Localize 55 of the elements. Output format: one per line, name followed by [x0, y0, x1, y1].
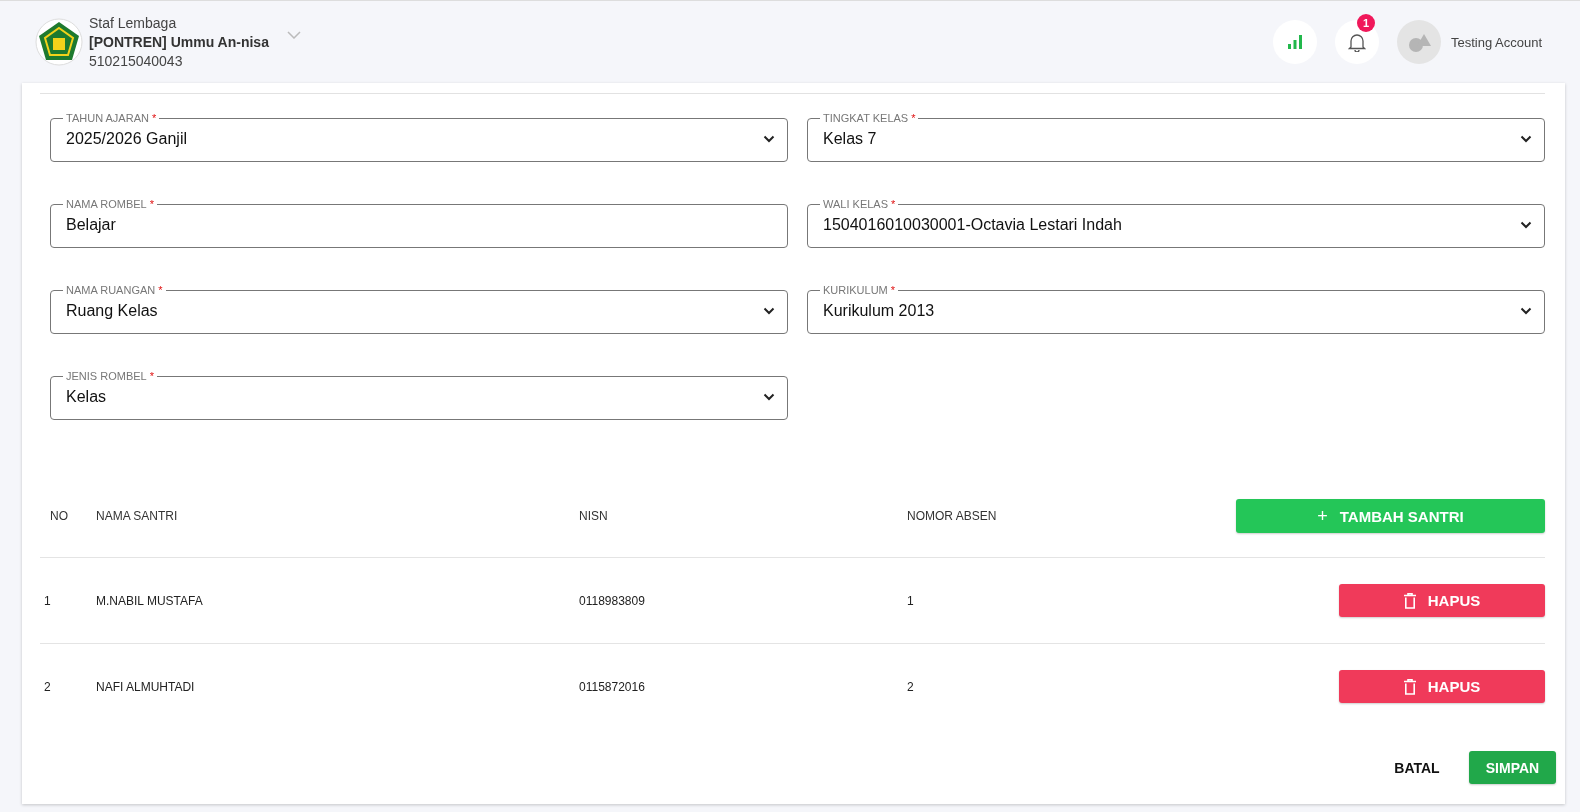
field-label: WALI KELAS	[823, 198, 888, 210]
field-label: KURIKULUM	[823, 284, 888, 296]
account-name[interactable]: Testing Account	[1450, 34, 1542, 50]
table-cell-text: 2	[907, 679, 915, 694]
table-cell-text: M.NABIL MUSTAFA	[96, 593, 204, 608]
field-label: TINGKAT KELAS	[823, 112, 909, 124]
stats-button[interactable]	[1272, 20, 1317, 64]
chevron-down-icon[interactable]	[286, 31, 301, 39]
table-cell-text: 1	[43, 593, 52, 608]
trash-icon	[1403, 592, 1416, 609]
delete-button[interactable]: HAPUS	[1339, 584, 1545, 617]
select-field[interactable]: WALI KELAS * 1504016010030001-Octavia Lestari Indah	[807, 198, 1545, 248]
chevron-down-icon	[763, 307, 775, 315]
delete-button[interactable]: HAPUS	[1339, 670, 1545, 703]
select-field[interactable]: NAMA RUANGAN * Ruang Kelas	[50, 284, 788, 334]
required-mark: *	[149, 198, 154, 210]
field-label: JENIS ROMBEL	[66, 370, 147, 382]
field-label: TAHUN AJARAN	[66, 112, 149, 124]
notification-badge: 1	[1356, 14, 1375, 32]
institution-name: [PONTREN] Ummu An-nisa	[89, 32, 269, 52]
column-header: NISN	[579, 509, 609, 523]
table-cell-text: NAFI ALMUHTADI	[96, 679, 196, 694]
input-field[interactable]: NAMA ROMBEL * Belajar	[50, 198, 788, 248]
field-label: NAMA ROMBEL	[66, 198, 147, 210]
select-field[interactable]: TINGKAT KELAS * Kelas 7	[807, 112, 1545, 162]
bar-chart-icon	[1286, 34, 1303, 50]
required-mark: *	[911, 112, 916, 124]
chevron-down-icon	[763, 135, 775, 143]
bell-icon	[1347, 32, 1366, 52]
avatar-placeholder[interactable]	[1396, 20, 1441, 64]
chevron-down-icon	[1520, 221, 1532, 229]
select-field[interactable]: KURIKULUM * Kurikulum 2013	[807, 284, 1545, 334]
required-mark: *	[158, 284, 163, 296]
cancel-button[interactable]: BATAL	[1381, 751, 1453, 784]
column-header: NO	[49, 509, 69, 523]
column-header: NOMOR ABSEN	[907, 509, 998, 523]
table-cell-text: 0118983809	[579, 593, 646, 608]
chevron-down-icon	[1520, 135, 1532, 143]
required-mark: *	[891, 198, 896, 210]
table-cell-text: 2	[43, 679, 52, 694]
required-mark: *	[149, 370, 154, 382]
role-label: Staf Lembaga	[89, 13, 178, 33]
emblem-logo	[35, 18, 83, 66]
required-mark: *	[890, 284, 896, 296]
chevron-down-icon	[763, 393, 775, 401]
chevron-down-icon	[1520, 307, 1532, 315]
select-field[interactable]: TAHUN AJARAN * 2025/2026 Ganjil	[50, 112, 788, 162]
trash-icon	[1403, 678, 1416, 695]
select-field[interactable]: JENIS ROMBEL * Kelas	[50, 370, 788, 420]
column-header: NAMA SANTRI	[96, 509, 179, 523]
required-mark: *	[151, 112, 157, 124]
table-cell-text: 1	[907, 593, 915, 608]
table-cell-text: 0115872016	[579, 679, 646, 694]
institution-code: 510215040043	[89, 51, 184, 71]
field-label: NAMA RUANGAN	[66, 284, 156, 296]
